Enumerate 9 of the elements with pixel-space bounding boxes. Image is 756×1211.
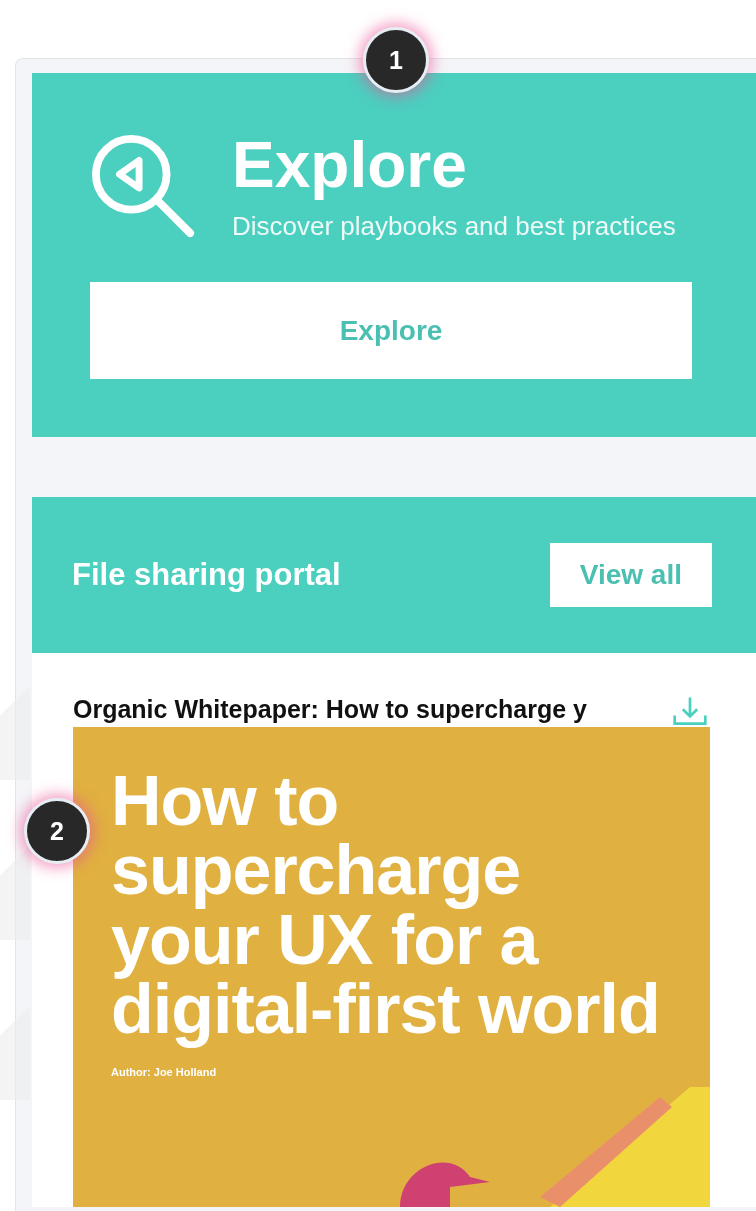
portal-title: File sharing portal bbox=[72, 557, 341, 594]
cover-author: Author: Joe Holland bbox=[111, 1066, 218, 1079]
download-icon[interactable] bbox=[672, 695, 708, 728]
callout-badge: 1 bbox=[363, 27, 429, 93]
file-title[interactable]: Organic Whitepaper: How to supercharge y bbox=[73, 695, 587, 724]
explore-button[interactable]: Explore bbox=[90, 282, 692, 380]
document-cover[interactable]: How to supercharge your UX for a digital-first world Author: Joe Holland bbox=[73, 727, 710, 1208]
view-all-button[interactable]: View all bbox=[549, 543, 712, 608]
explore-subtitle: Discover playbooks and best practices bbox=[232, 210, 676, 243]
